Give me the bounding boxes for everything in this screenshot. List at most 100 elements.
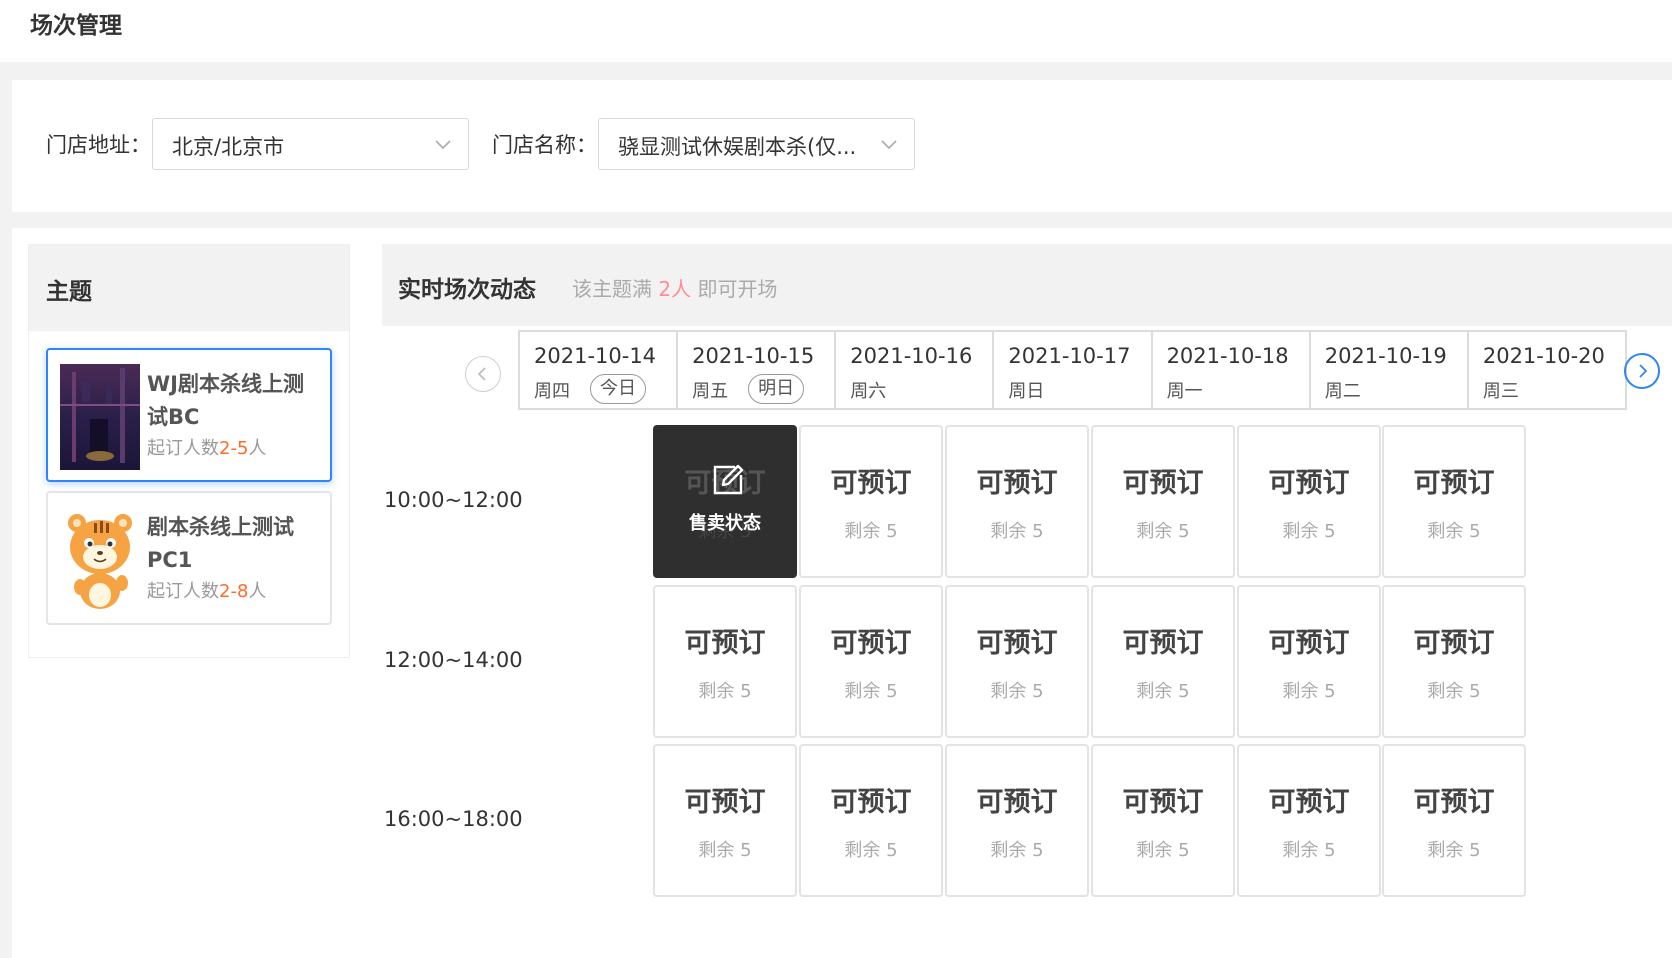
slot-remaining: 剩余 5	[1427, 681, 1481, 702]
theme-panel: 主题 WJ剧本杀线上测试BC 起订人数2-5人 剧本杀线上测试PC1 起订人数2…	[28, 244, 350, 658]
store-name-select[interactable]: 骁显测试休娱剧本杀(仅...	[598, 118, 915, 170]
store-address-select[interactable]: 北京/北京市	[152, 118, 469, 170]
slot-remaining: 剩余 5	[1427, 840, 1481, 861]
slot-status: 可预订	[1122, 468, 1204, 499]
session-slot[interactable]: 可预订剩余 5	[653, 585, 797, 738]
weekday-text: 周一	[1166, 381, 1203, 402]
slot-remaining: 剩余 5	[990, 521, 1044, 542]
date-strip: 2021-10-14 周四 今日 2021-10-15 周五 明日 2021-10-16 周六…	[518, 330, 1627, 410]
session-slot[interactable]: 可预订剩余 5	[1091, 425, 1235, 578]
chevron-right-icon	[1639, 364, 1648, 378]
slot-remaining: 剩余 5	[1136, 521, 1190, 542]
filter-panel: 门店地址： 北京/北京市 门店名称： 骁显测试休娱剧本杀(仅...	[12, 80, 1672, 212]
slot-status: 可预订	[684, 628, 766, 659]
session-slot[interactable]: 可预订剩余 5	[945, 744, 1089, 897]
date-text: 2021-10-14	[534, 344, 657, 368]
slot-status: 可预订	[976, 787, 1058, 818]
slot-remaining: 剩余 5	[844, 521, 898, 542]
date-tab[interactable]: 2021-10-16 周六	[836, 332, 995, 408]
session-slot[interactable]: 可预订 剩余 5	[799, 585, 943, 738]
session-slot[interactable]: 可预订剩余 5	[1237, 425, 1381, 578]
slot-remaining: 剩余 5	[1282, 681, 1336, 702]
edit-icon	[713, 464, 744, 495]
slot-status: 可预订	[1122, 787, 1204, 818]
session-slot[interactable]: 可预订剩余 5	[1091, 744, 1235, 897]
slot-remaining: 剩余 5	[1136, 681, 1190, 702]
session-slot[interactable]: 可预订剩余 5	[1382, 425, 1526, 578]
slot-remaining: 剩余 5	[990, 681, 1044, 702]
session-slot[interactable]: 可预订 剩余 5 售卖状态	[653, 425, 797, 578]
store-address-value: 北京/北京市	[172, 135, 285, 159]
weekday-text: 周日	[1008, 381, 1045, 402]
next-week-button[interactable]	[1624, 353, 1660, 389]
date-tab[interactable]: 2021-10-14 周四 今日	[520, 332, 679, 408]
page-title: 场次管理	[30, 13, 122, 39]
session-slot[interactable]: 可预订剩余 5	[1382, 744, 1526, 897]
chevron-left-icon	[477, 367, 486, 381]
weekday-text: 周二	[1324, 381, 1361, 402]
chevron-down-icon	[881, 140, 897, 150]
theme-min-players: 起订人数2-5人	[147, 438, 267, 459]
slot-remaining: 剩余 5	[1282, 521, 1336, 542]
slot-status: 可预订	[1413, 468, 1495, 499]
slot-status: 可预订	[1268, 628, 1350, 659]
slot-remaining: 剩余 5	[844, 840, 898, 861]
slot-remaining: 剩余 5	[844, 681, 898, 702]
slot-remaining: 剩余 5	[1427, 521, 1481, 542]
prev-week-button[interactable]	[465, 356, 501, 392]
store-address-label: 门店地址：	[46, 133, 151, 157]
session-slot[interactable]: 可预订 剩余 5	[653, 744, 797, 897]
date-tab[interactable]: 2021-10-15 周五 明日	[678, 332, 837, 408]
date-tab[interactable]: 2021-10-18 周一	[1153, 332, 1311, 408]
slot-status: 可预订	[1268, 468, 1350, 499]
session-slot[interactable]: 可预订 剩余 5	[1091, 585, 1235, 738]
slot-remaining: 剩余 5	[698, 840, 752, 861]
slot-status: 可预订	[1268, 787, 1350, 818]
theme-name: 剧本杀线上测试PC1	[147, 515, 294, 572]
theme-header: 主题	[29, 245, 349, 331]
theme-cover-image	[60, 364, 140, 470]
theme-header-title: 主题	[46, 279, 92, 305]
session-slot[interactable]: 可预订剩余 5	[945, 425, 1089, 578]
store-name-label: 门店名称：	[492, 133, 597, 157]
date-text: 2021-10-20	[1482, 344, 1605, 368]
sale-status-overlay[interactable]: 售卖状态	[655, 427, 795, 576]
time-slot-label: 12:00~14:00	[384, 648, 523, 672]
date-text: 2021-10-17	[1008, 344, 1131, 368]
theme-card[interactable]: 剧本杀线上测试PC1 起订人数2-8人	[46, 491, 332, 625]
slot-status: 可预订	[976, 628, 1058, 659]
time-slot-label: 16:00~18:00	[384, 807, 523, 831]
slot-status: 可预订	[976, 468, 1058, 499]
date-text: 2021-10-18	[1166, 344, 1289, 368]
session-slot[interactable]: 可预订剩余 5	[1237, 744, 1381, 897]
time-slot-label: 10:00~12:00	[384, 488, 523, 512]
slot-remaining: 剩余 5	[698, 681, 752, 702]
session-slot[interactable]: 可预订 剩余 5	[1382, 585, 1526, 738]
weekday-text: 周四	[534, 381, 570, 402]
session-slot[interactable]: 可预订 剩余 5	[799, 425, 943, 578]
date-tab[interactable]: 2021-10-19 周二	[1311, 332, 1469, 408]
schedule-header: 实时场次动态 该主题满 2人 即可开场	[382, 244, 1672, 326]
relative-day-badge: 明日	[748, 374, 805, 404]
chevron-down-icon	[435, 140, 451, 150]
session-slot[interactable]: 可预订剩余 5	[945, 585, 1089, 738]
date-text: 2021-10-16	[850, 344, 973, 368]
slot-remaining: 剩余 5	[1282, 840, 1336, 861]
session-slot[interactable]: 可预订剩余 5	[1237, 585, 1381, 738]
content-panel: 主题 WJ剧本杀线上测试BC 起订人数2-5人 剧本杀线上测试PC1 起订人数2…	[12, 228, 1672, 958]
date-text: 2021-10-15	[692, 344, 815, 368]
date-tab[interactable]: 2021-10-17 周日	[994, 332, 1153, 408]
date-text: 2021-10-19	[1324, 344, 1447, 368]
theme-min-players: 起订人数2-8人	[147, 581, 267, 602]
session-slot[interactable]: 可预订 剩余 5	[799, 744, 943, 897]
date-tab[interactable]: 2021-10-20 周三	[1469, 332, 1625, 408]
top-bar: 场次管理	[0, 0, 1672, 62]
slot-remaining: 剩余 5	[1136, 840, 1190, 861]
sale-status-label: 售卖状态	[689, 513, 761, 534]
slot-remaining: 剩余 5	[990, 840, 1044, 861]
schedule-hint: 该主题满 2人 即可开场	[572, 277, 778, 301]
schedule-title: 实时场次动态	[398, 277, 536, 303]
theme-card[interactable]: WJ剧本杀线上测试BC 起订人数2-5人	[46, 348, 332, 482]
slot-status: 可预订	[1413, 787, 1495, 818]
theme-name: WJ剧本杀线上测试BC	[147, 372, 304, 429]
